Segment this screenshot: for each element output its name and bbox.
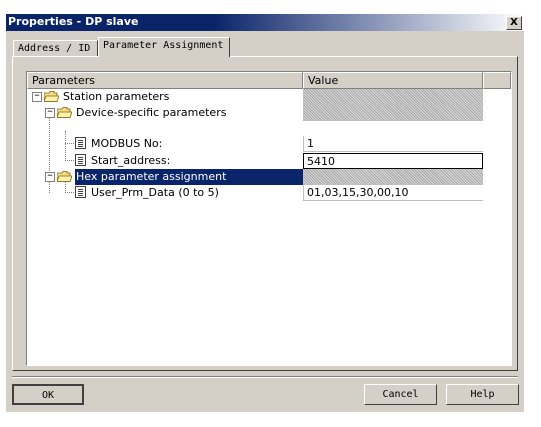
help-button[interactable]: Help [446, 384, 519, 405]
collapse-icon[interactable]: − [45, 172, 55, 182]
tab-parameter-assignment[interactable]: Parameter Assignment [98, 37, 230, 57]
tree-row-label: User_Prm_Data (0 to 5) [91, 186, 219, 199]
folder-open-icon [57, 107, 72, 118]
tree-row-label: Device-specific parameters [76, 106, 227, 119]
collapse-icon[interactable]: − [32, 92, 42, 102]
tab-address-id[interactable]: Address / ID [13, 40, 98, 57]
tree-row-label: Station parameters [63, 90, 170, 103]
column-header-parameters[interactable]: Parameters [27, 72, 303, 89]
column-header-value[interactable]: Value [303, 72, 483, 89]
window-title: Properties - DP slave [8, 15, 139, 28]
collapse-icon[interactable]: − [45, 108, 55, 118]
tree-row-label: MODBUS No: [91, 137, 163, 150]
parameter-doc-icon [75, 154, 86, 166]
value-cell [303, 169, 483, 185]
tree-row[interactable]: − Station parameters [27, 89, 509, 105]
properties-dialog: Properties - DP slave X Address / ID Par… [6, 14, 524, 412]
tree-row[interactable]: User_Prm_Data (0 to 5) 01,03,15,30,00,10 [27, 185, 509, 201]
ok-button[interactable]: OK [12, 384, 84, 405]
folder-open-icon [57, 171, 72, 182]
modbus-no-value[interactable]: 1 [303, 136, 483, 152]
tree-row[interactable]: − Device-specific parameters [27, 105, 509, 121]
value-cell [303, 89, 483, 105]
tree-row-label-selected: Hex parameter assignment [75, 169, 303, 185]
close-button[interactable]: X [506, 16, 522, 30]
parameter-grid[interactable]: Parameters Value − Station parameters − [26, 71, 512, 366]
tree-row-label: Start_address: [91, 154, 171, 167]
cancel-button[interactable]: Cancel [364, 384, 437, 405]
start-address-field[interactable]: 5410 [303, 153, 483, 169]
title-bar[interactable]: Properties - DP slave X [6, 14, 524, 31]
tree-row[interactable]: MODBUS No: 1 [27, 136, 509, 152]
column-header-filler [483, 72, 511, 89]
value-cell [303, 105, 483, 121]
user-prm-data-value[interactable]: 01,03,15,30,00,10 [303, 185, 483, 201]
parameter-doc-icon [75, 186, 86, 198]
folder-open-icon [44, 91, 59, 102]
parameter-doc-icon [75, 137, 86, 149]
tree-row[interactable]: Start_address: 5410 [27, 153, 509, 169]
tree-row[interactable]: − Hex parameter assignment [27, 169, 509, 185]
footer-divider [12, 376, 518, 378]
